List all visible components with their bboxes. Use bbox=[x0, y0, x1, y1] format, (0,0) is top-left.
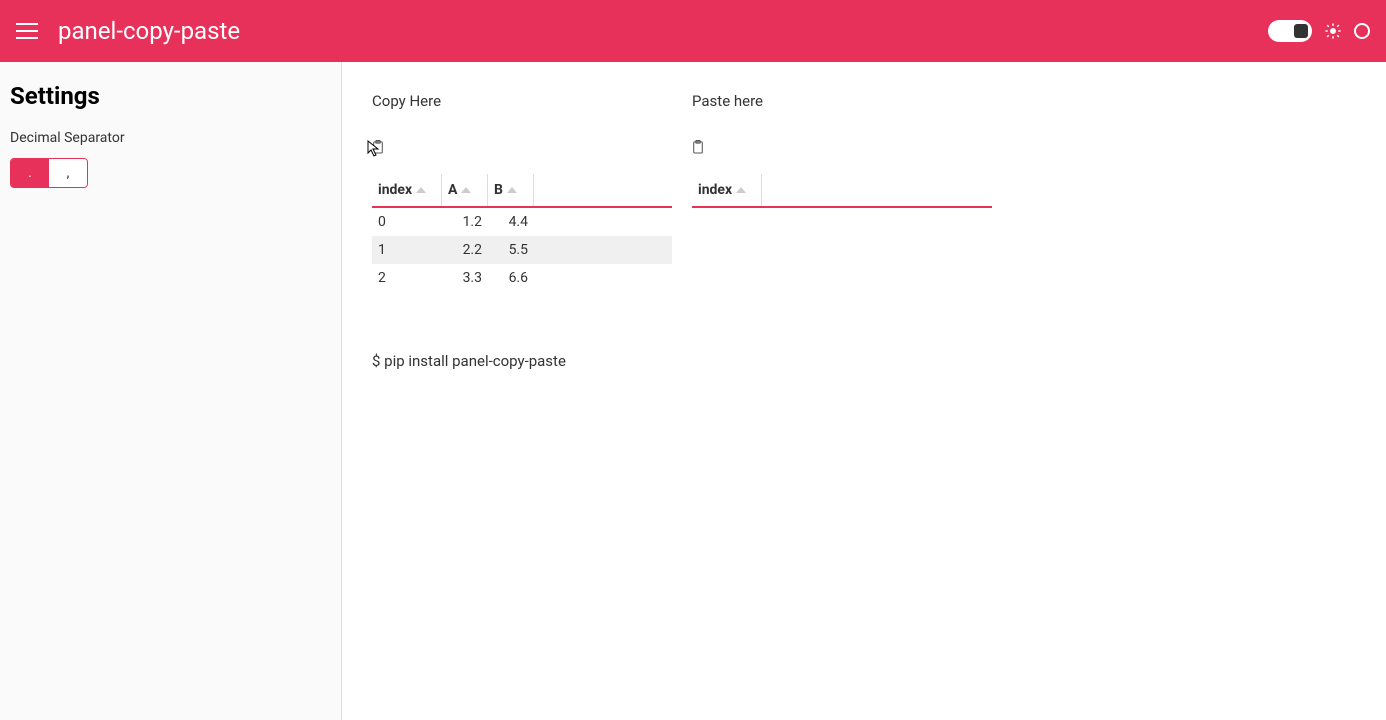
app-header: panel-copy-paste bbox=[0, 0, 1386, 62]
table-row[interactable]: 01.24.4 bbox=[372, 208, 672, 236]
copy-clipboard-icon[interactable] bbox=[372, 140, 384, 154]
copy-table: index A B 01.24.412.25.523.3 bbox=[372, 174, 672, 292]
main-content: Copy Here index A bbox=[342, 62, 1386, 720]
sort-icon bbox=[736, 187, 746, 193]
copy-table-header-index[interactable]: index bbox=[372, 174, 442, 206]
copy-panel: Copy Here index A bbox=[372, 92, 672, 292]
copy-table-header-spacer bbox=[534, 174, 672, 206]
copy-panel-title: Copy Here bbox=[372, 92, 672, 110]
cell-index: 1 bbox=[372, 238, 442, 262]
cell-b: 6.6 bbox=[488, 266, 534, 290]
sidebar-title: Settings bbox=[10, 82, 331, 110]
brightness-icon[interactable] bbox=[1324, 22, 1342, 40]
sort-icon bbox=[507, 187, 517, 193]
decimal-separator-radio-group: . , bbox=[10, 158, 88, 188]
cell-a: 1.2 bbox=[442, 210, 488, 234]
paste-table: index bbox=[692, 174, 992, 208]
menu-icon[interactable] bbox=[16, 23, 38, 39]
cell-index: 0 bbox=[372, 210, 442, 234]
paste-clipboard-icon[interactable] bbox=[692, 140, 704, 154]
cell-a: 2.2 bbox=[442, 238, 488, 262]
install-command: $ pip install panel-copy-paste bbox=[372, 352, 1356, 370]
theme-toggle[interactable] bbox=[1268, 20, 1312, 42]
app-title: panel-copy-paste bbox=[58, 17, 240, 45]
paste-panel: Paste here index bbox=[692, 92, 992, 292]
cell-index: 2 bbox=[372, 266, 442, 290]
sort-icon bbox=[416, 187, 426, 193]
cell-b: 4.4 bbox=[488, 210, 534, 234]
sidebar: Settings Decimal Separator . , bbox=[0, 62, 342, 720]
sort-icon bbox=[461, 187, 471, 193]
table-row[interactable]: 12.25.5 bbox=[372, 236, 672, 264]
paste-table-header-index[interactable]: index bbox=[692, 174, 762, 206]
copy-table-header-a[interactable]: A bbox=[442, 174, 488, 206]
decimal-separator-label: Decimal Separator bbox=[10, 130, 331, 146]
decimal-separator-dot[interactable]: . bbox=[11, 159, 49, 187]
paste-panel-title: Paste here bbox=[692, 92, 992, 110]
reset-icon[interactable] bbox=[1354, 23, 1370, 39]
copy-table-header-b[interactable]: B bbox=[488, 174, 534, 206]
table-row[interactable]: 23.36.6 bbox=[372, 264, 672, 292]
paste-table-header-spacer bbox=[762, 174, 992, 206]
cell-a: 3.3 bbox=[442, 266, 488, 290]
cell-b: 5.5 bbox=[488, 238, 534, 262]
decimal-separator-comma[interactable]: , bbox=[49, 159, 87, 187]
